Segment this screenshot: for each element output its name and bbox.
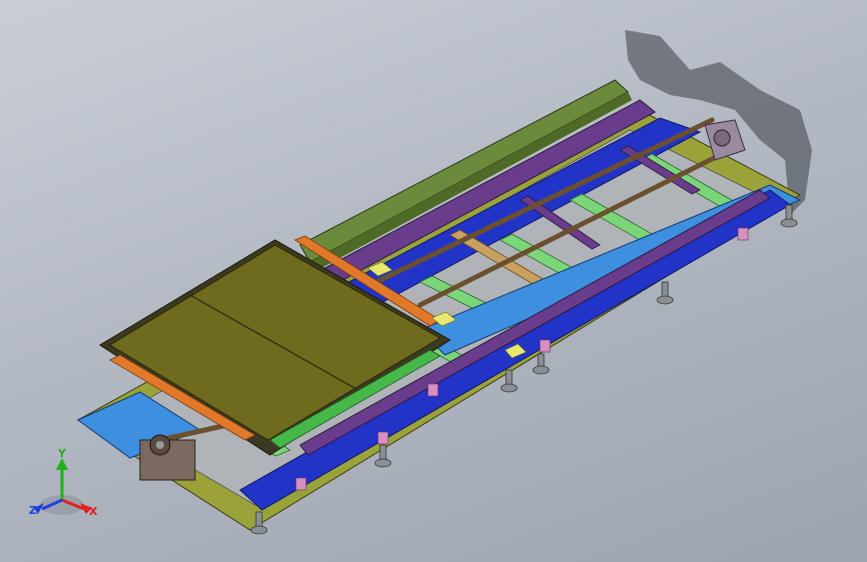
conveyor-assembly-model[interactable]: [0, 0, 867, 562]
triad-x-label: X: [89, 505, 98, 518]
triad-z-label: Z: [29, 504, 37, 517]
triad-y-label: Y: [58, 447, 66, 460]
coordinate-triad[interactable]: [34, 458, 92, 515]
cad-graphics-viewport[interactable]: Y X Z: [0, 0, 867, 562]
left-motor-assembly: [139, 434, 196, 481]
